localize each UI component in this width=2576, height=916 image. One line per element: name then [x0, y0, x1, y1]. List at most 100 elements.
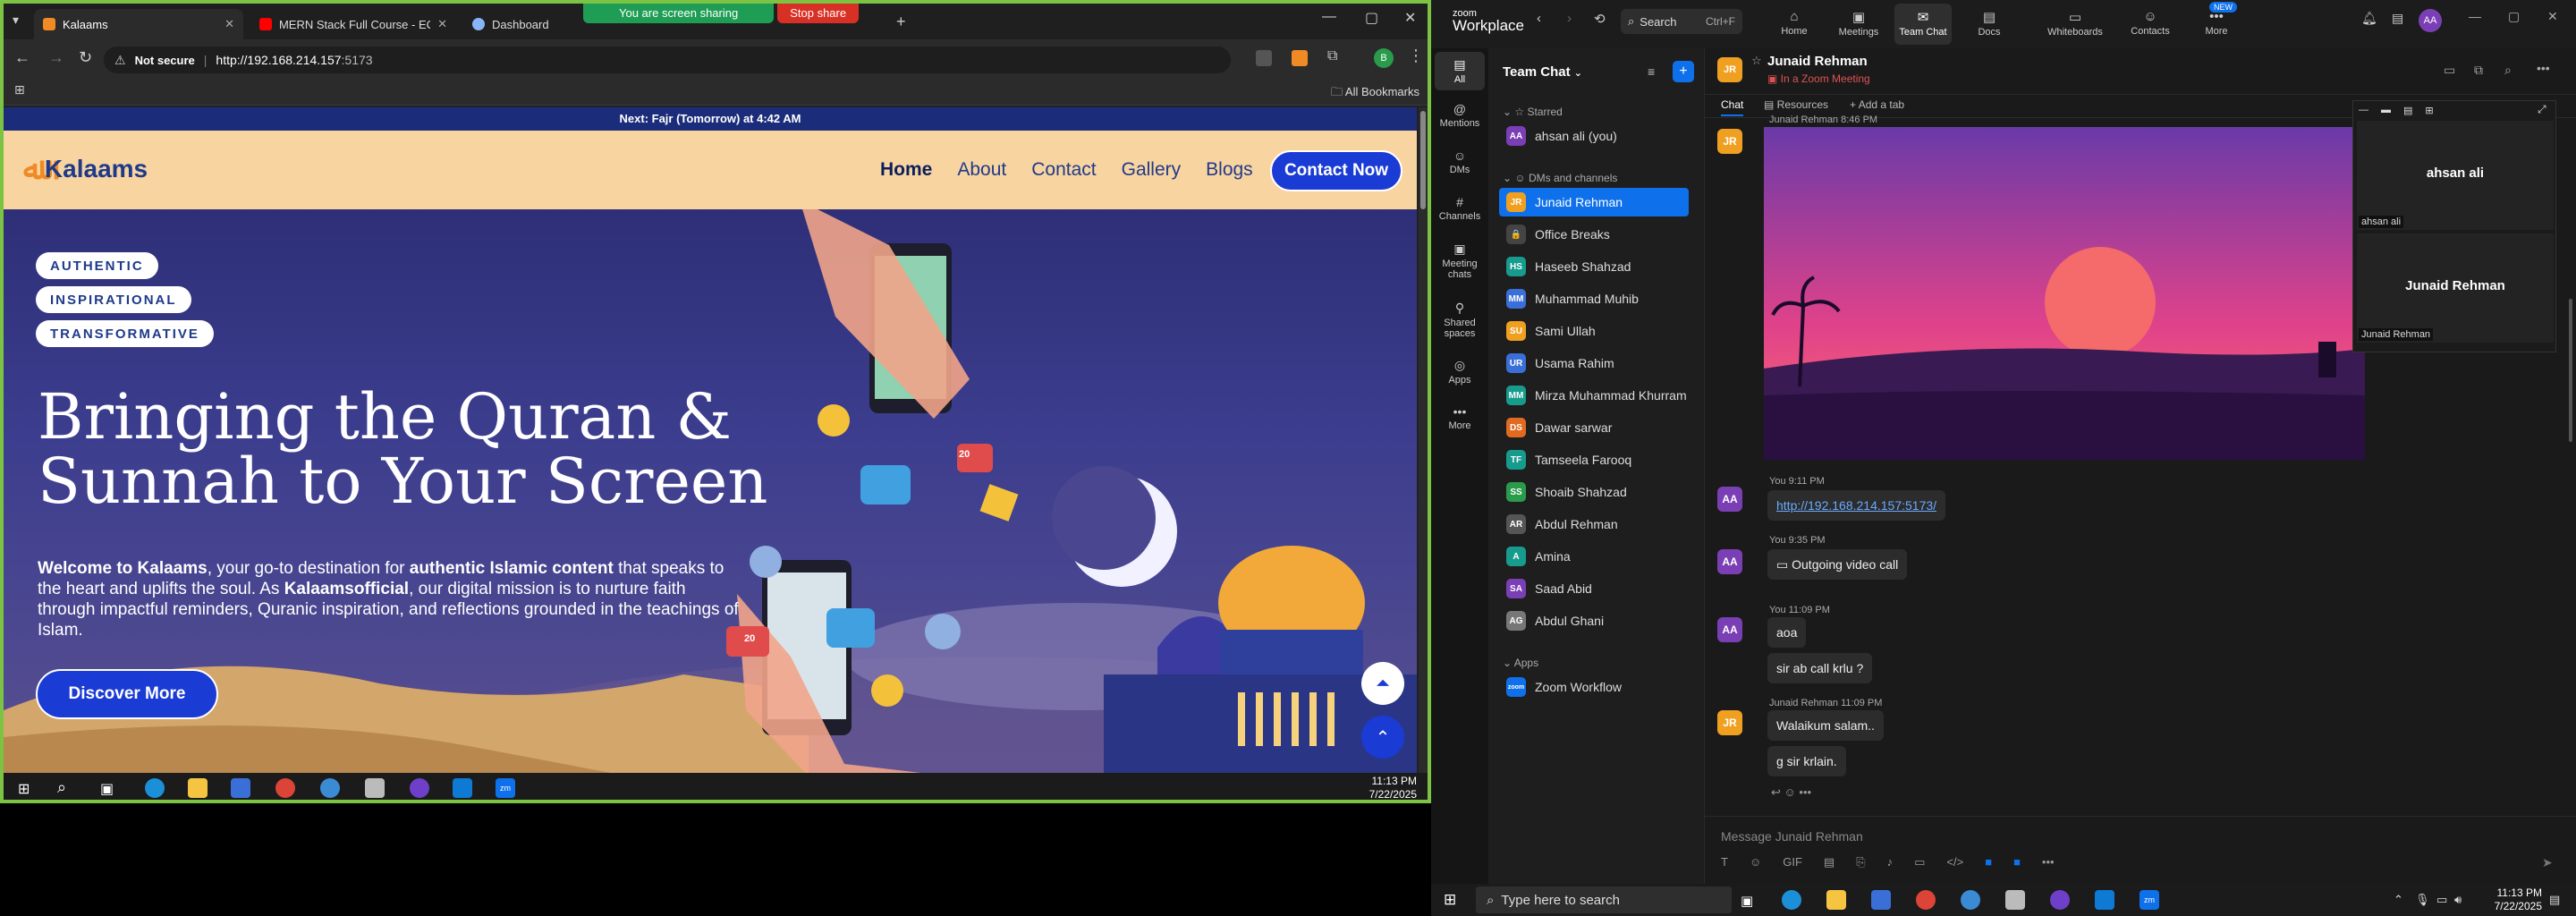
maximize-icon[interactable]: ▢ [1365, 9, 1378, 27]
list-item[interactable]: 🔒 Office Breaks [1499, 220, 1689, 249]
address-bar[interactable]: ⚠ Not secure | http://192.168.214.157:51… [104, 47, 1231, 73]
chatbot-icon[interactable]: ⏶ [1361, 662, 1404, 705]
screenshot-icon[interactable]: ⎘ [1856, 855, 1865, 869]
more-icon[interactable]: ••• [2042, 855, 2055, 869]
zoom-icon[interactable]: zm [496, 778, 515, 798]
menu-kebab-icon[interactable]: ⋮ [1408, 47, 1424, 65]
rail-more[interactable]: ••• More [1435, 404, 1485, 431]
more-icon[interactable]: ••• [2537, 61, 2550, 75]
nav-about[interactable]: About [957, 159, 1006, 181]
popout-icon[interactable]: ⧉ [2474, 63, 2483, 78]
nav-contact[interactable]: Contact [1031, 159, 1096, 181]
filter-icon[interactable]: ≡ [1648, 64, 1655, 79]
code-icon[interactable]: </> [1946, 855, 1963, 869]
github-desktop-icon[interactable] [410, 778, 429, 798]
reload-icon[interactable]: ↻ [79, 48, 92, 67]
tab-resources[interactable]: ▤ Resources [1764, 98, 1828, 111]
app-icon[interactable] [1961, 890, 1980, 910]
scrollbar[interactable] [2569, 299, 2572, 442]
list-item[interactable]: zoom Zoom Workflow [1499, 673, 1689, 701]
zoom-tab-contacts[interactable]: ☺ Contacts [2122, 4, 2179, 45]
list-item[interactable]: AR Abdul Rehman [1499, 510, 1689, 539]
taskbar-search[interactable]: ⌕ Type here to search [1476, 886, 1732, 913]
new-tab-icon[interactable]: + [896, 13, 906, 31]
close-window-icon[interactable]: ✕ [1404, 9, 1416, 27]
discover-more-button[interactable]: Discover More [36, 669, 218, 719]
avatar[interactable]: JR [1717, 57, 1742, 82]
list-item[interactable]: JR Junaid Rehman [1499, 188, 1689, 216]
zoom-tab-whiteboards[interactable]: ▭ Whiteboards [2043, 4, 2107, 45]
notifications-icon[interactable]: ▤ [2549, 893, 2560, 907]
close-tab-icon[interactable]: ✕ [437, 17, 447, 31]
list-item[interactable]: AG Abdul Ghani [1499, 606, 1689, 635]
all-bookmarks-folder[interactable]: 🗀 All Bookmarks [1331, 84, 1419, 104]
emoji-icon[interactable]: ☺ [1750, 855, 1761, 869]
user-avatar[interactable]: AA [2419, 9, 2442, 32]
search-icon[interactable]: ⌕ [57, 778, 66, 797]
list-item[interactable]: UR Usama Rahim [1499, 349, 1689, 377]
message-actions[interactable]: ↩ ☺ ••• [1771, 785, 1811, 800]
tab-add[interactable]: + Add a tab [1850, 98, 1904, 111]
chat-title[interactable]: Junaid Rehman [1767, 54, 1868, 69]
vscode-icon[interactable] [2095, 890, 2114, 910]
zoom-tab-team-chat[interactable]: ✉ Team Chat [1894, 4, 1952, 45]
contact-now-button[interactable]: Contact Now [1270, 150, 1402, 191]
github-desktop-icon[interactable] [2050, 890, 2070, 910]
sunset-image[interactable] [1764, 127, 2365, 460]
stop-share-button[interactable]: Stop share [777, 4, 860, 23]
rail-mentions[interactable]: @ Mentions [1435, 102, 1485, 129]
list-item[interactable]: TF Tamseela Farooq [1499, 445, 1689, 474]
bell-icon[interactable]: 🔔︎ [2361, 11, 2377, 26]
list-item[interactable]: A Amina [1499, 542, 1689, 571]
minimize-icon[interactable]: — [2469, 9, 2481, 23]
app-icon[interactable]: ■ [2013, 855, 2021, 869]
edge-icon[interactable] [145, 778, 165, 798]
rail-apps[interactable]: ◎ Apps [1435, 358, 1485, 386]
list-item[interactable]: SS Shoaib Shahzad [1499, 478, 1689, 506]
history-icon[interactable]: ⟲ [1594, 11, 1606, 27]
zoom-tab-docs[interactable]: ▤ Docs [1961, 4, 2018, 45]
video-call-icon[interactable]: ▭ [2444, 63, 2455, 78]
file-explorer-icon[interactable] [1826, 890, 1846, 910]
list-item[interactable]: DS Dawar sarwar [1499, 413, 1689, 442]
chrome-icon[interactable] [275, 778, 295, 798]
send-icon[interactable]: ➤ [2542, 855, 2553, 870]
audio-icon[interactable]: ♪ [1887, 855, 1894, 869]
apps-section[interactable]: ⌄ Apps [1503, 657, 1538, 669]
minimize-icon[interactable]: — [1322, 9, 1336, 25]
store-icon[interactable] [1871, 890, 1891, 910]
tab-search-icon[interactable]: ▾ [13, 13, 19, 28]
kalaams-logo[interactable]: ﷲ Kalaams [23, 150, 148, 187]
file-icon[interactable]: ▤ [1824, 855, 1835, 869]
list-item[interactable]: AA ahsan ali (you) [1499, 122, 1689, 150]
list-item[interactable]: HS Haseeb Shahzad [1499, 252, 1689, 281]
forward-icon[interactable]: → [48, 48, 64, 67]
tab-kalaams[interactable]: Kalaams ✕ [34, 9, 243, 39]
maximize-icon[interactable]: ▢ [2508, 9, 2520, 24]
back-icon[interactable]: ‹ [1537, 11, 1541, 26]
rail-meeting-chats[interactable]: ▣ Meeting chats [1435, 242, 1485, 280]
close-window-icon[interactable]: ✕ [2547, 9, 2558, 24]
back-icon[interactable]: ← [14, 48, 30, 67]
tab-mern[interactable]: MERN Stack Full Course - ECom ✕ [250, 9, 456, 39]
chrome-icon[interactable] [1916, 890, 1936, 910]
edge-icon[interactable] [1782, 890, 1801, 910]
zoom-search[interactable]: ⌕ Search Ctrl+F [1621, 9, 1742, 34]
speaker-view-icon[interactable]: ▤ [2403, 105, 2412, 116]
store-icon[interactable] [231, 778, 250, 798]
task-view-icon[interactable]: ▣ [100, 780, 114, 798]
scroll-top-button[interactable]: ⌃ [1361, 716, 1404, 759]
vscode-icon[interactable] [453, 778, 472, 798]
list-item[interactable]: MM Muhammad Muhib [1499, 284, 1689, 313]
message-input[interactable]: Message Junaid Rehman [1721, 829, 1863, 844]
nav-gallery[interactable]: Gallery [1122, 159, 1182, 181]
apps-grid-icon[interactable]: ⊞ [14, 82, 25, 98]
app-icon[interactable] [320, 778, 340, 798]
tab-chat[interactable]: Chat [1721, 98, 1744, 116]
tray-chevron-icon[interactable]: ⌃ [2394, 893, 2403, 907]
extensions-puzzle-icon[interactable]: ⧉ [1327, 48, 1337, 64]
windows-start-icon[interactable]: ⊞ [18, 780, 30, 798]
rail-all[interactable]: ▤ All [1435, 52, 1485, 90]
nav-home[interactable]: Home [880, 159, 932, 181]
message-link[interactable]: http://192.168.214.157:5173/ [1767, 490, 1946, 521]
